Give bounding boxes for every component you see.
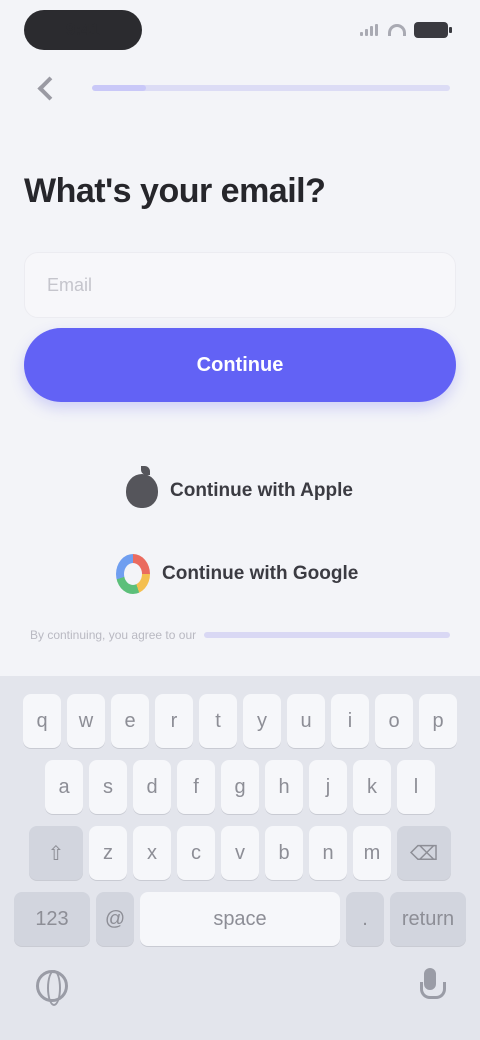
key-l[interactable]: l bbox=[397, 760, 435, 814]
progress-bar-fill bbox=[92, 85, 146, 91]
key-m[interactable]: m bbox=[353, 826, 391, 880]
key-v[interactable]: v bbox=[221, 826, 259, 880]
backspace-key[interactable]: ⌫ bbox=[397, 826, 451, 880]
key-f[interactable]: f bbox=[177, 760, 215, 814]
microphone-icon[interactable] bbox=[420, 968, 446, 1002]
keyboard-row-2: asdfghjkl bbox=[0, 760, 480, 814]
signal-icon bbox=[360, 24, 380, 36]
return-key[interactable]: return bbox=[390, 892, 466, 946]
chevron-left-icon[interactable] bbox=[30, 72, 62, 104]
status-time: 9:41 bbox=[24, 10, 142, 50]
key-n[interactable]: n bbox=[309, 826, 347, 880]
dot-key[interactable]: . bbox=[346, 892, 384, 946]
terms-notice: By continuing, you agree to our bbox=[30, 626, 450, 644]
google-icon bbox=[116, 554, 150, 594]
wifi-icon bbox=[388, 24, 406, 36]
key-k[interactable]: k bbox=[353, 760, 391, 814]
page-title: What's your email? bbox=[24, 172, 326, 210]
header bbox=[0, 66, 480, 110]
email-field[interactable] bbox=[24, 252, 456, 318]
key-j[interactable]: j bbox=[309, 760, 347, 814]
key-e[interactable]: e bbox=[111, 694, 149, 748]
keyboard-row-1: qwertyuiop bbox=[0, 694, 480, 748]
key-q[interactable]: q bbox=[23, 694, 61, 748]
key-y[interactable]: y bbox=[243, 694, 281, 748]
continue-with-apple-button[interactable]: Continue with Apple bbox=[110, 466, 370, 515]
google-button-label: Continue with Google bbox=[162, 563, 359, 584]
key-a[interactable]: a bbox=[45, 760, 83, 814]
apple-button-label: Continue with Apple bbox=[170, 480, 353, 501]
key-g[interactable]: g bbox=[221, 760, 259, 814]
keyboard: qwertyuiop asdfghjkl ⇧ z x c v b n m ⌫ 123 @ sp… bbox=[0, 676, 480, 1040]
status-bar: 9:41 bbox=[0, 0, 480, 62]
battery-icon bbox=[414, 22, 452, 38]
key-r[interactable]: r bbox=[155, 694, 193, 748]
key-c[interactable]: c bbox=[177, 826, 215, 880]
terms-text: By continuing, you agree to our bbox=[30, 628, 197, 642]
globe-icon[interactable] bbox=[36, 970, 68, 1006]
at-key[interactable]: @ bbox=[96, 892, 134, 946]
key-z[interactable]: z bbox=[89, 826, 127, 880]
key-h[interactable]: h bbox=[265, 760, 303, 814]
numbers-key[interactable]: 123 bbox=[14, 892, 90, 946]
continue-button[interactable]: Continue bbox=[24, 328, 456, 402]
key-d[interactable]: d bbox=[133, 760, 171, 814]
key-u[interactable]: u bbox=[287, 694, 325, 748]
key-s[interactable]: s bbox=[89, 760, 127, 814]
space-key[interactable]: space bbox=[140, 892, 340, 946]
key-i[interactable]: i bbox=[331, 694, 369, 748]
status-icons bbox=[352, 20, 452, 40]
key-w[interactable]: w bbox=[67, 694, 105, 748]
key-t[interactable]: t bbox=[199, 694, 237, 748]
terms-link[interactable] bbox=[204, 632, 450, 638]
key-p[interactable]: p bbox=[419, 694, 457, 748]
keyboard-row-4: 123 @ space . return bbox=[0, 892, 480, 946]
progress-bar bbox=[92, 85, 450, 91]
shift-key[interactable]: ⇧ bbox=[29, 826, 83, 880]
continue-with-google-button[interactable]: Continue with Google bbox=[110, 550, 370, 598]
key-x[interactable]: x bbox=[133, 826, 171, 880]
key-o[interactable]: o bbox=[375, 694, 413, 748]
keyboard-row-3: ⇧ z x c v b n m ⌫ bbox=[0, 826, 480, 880]
key-b[interactable]: b bbox=[265, 826, 303, 880]
apple-icon bbox=[126, 466, 158, 508]
